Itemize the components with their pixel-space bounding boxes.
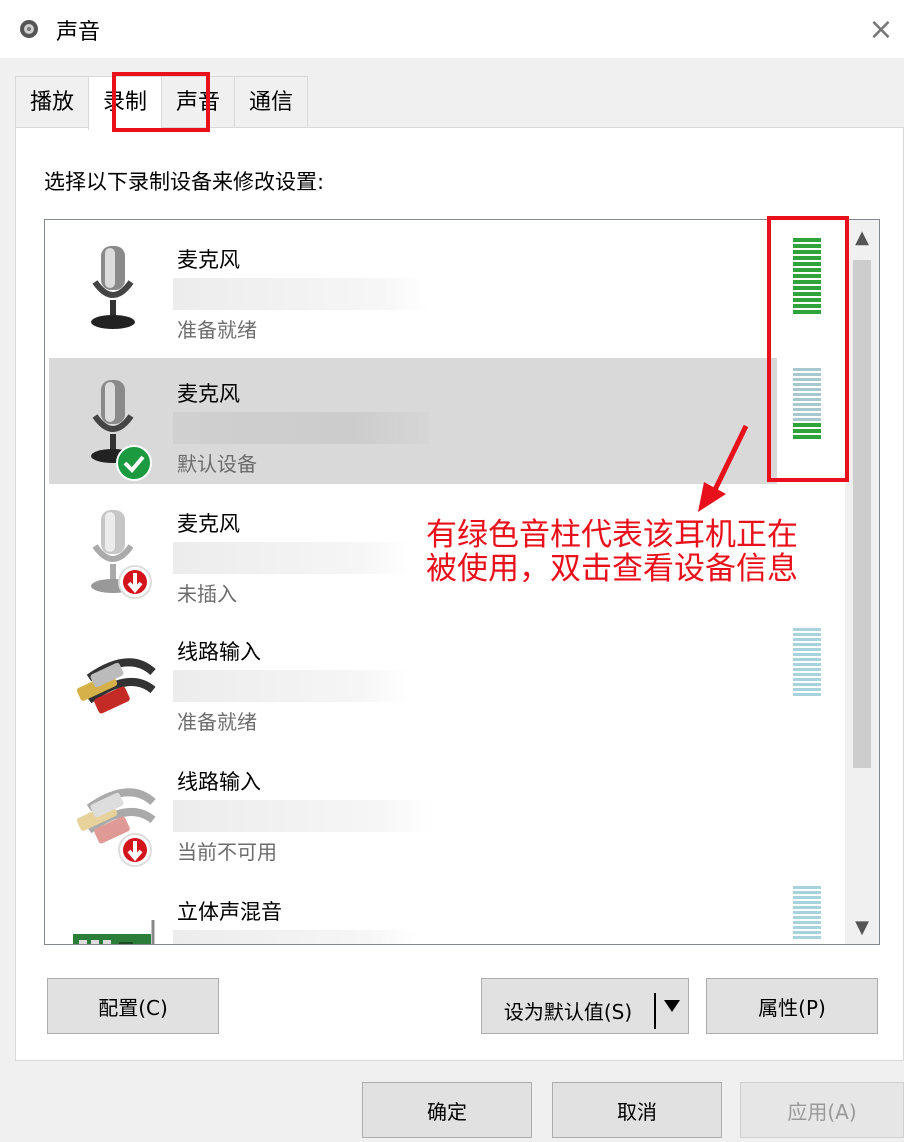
apply-button: 应用(A) <box>740 1082 904 1138</box>
tab-playback[interactable]: 播放 <box>15 76 90 128</box>
device-status: 准备就绪 <box>177 710 257 734</box>
device-status: 准备就绪 <box>177 318 257 342</box>
device-description-redacted <box>173 930 417 944</box>
tab-recording[interactable]: 录制 <box>88 76 163 130</box>
default-check-icon <box>116 445 152 481</box>
close-button[interactable]: × <box>858 0 904 58</box>
title-bar: 声音 × <box>0 0 904 58</box>
device-description-redacted <box>173 670 409 702</box>
configure-button[interactable]: 配置(C) <box>47 978 219 1034</box>
annotation-line-2: 被使用，双击查看设备信息 <box>426 551 798 587</box>
device-status: 未插入 <box>177 582 237 606</box>
level-meter <box>793 628 821 696</box>
speaker-icon <box>20 20 38 38</box>
device-status: 当前不可用 <box>177 840 277 864</box>
device-description-redacted <box>173 278 429 310</box>
annotation-text: 有绿色音柱代表该耳机正在 被使用，双击查看设备信息 <box>426 518 846 586</box>
properties-button[interactable]: 属性(P) <box>706 978 878 1034</box>
line-in-cable-icon <box>76 658 156 714</box>
window-title: 声音 <box>56 20 101 45</box>
device-description-redacted <box>173 412 429 444</box>
device-item[interactable]: 立体声混音 <box>49 876 777 944</box>
device-name: 麦克风 <box>177 248 240 272</box>
device-item[interactable]: 麦克风 准备就绪 <box>49 224 777 350</box>
cancel-button[interactable]: 取消 <box>552 1082 722 1138</box>
level-meter <box>793 368 821 439</box>
scroll-down-icon[interactable]: ▼ <box>845 910 879 944</box>
device-name: 线路输入 <box>177 640 261 664</box>
scroll-up-icon[interactable]: ▲ <box>845 220 879 254</box>
device-name: 立体声混音 <box>177 900 282 924</box>
dropdown-arrow-icon[interactable] <box>656 1000 688 1012</box>
tab-communications[interactable]: 通信 <box>234 76 309 128</box>
device-status: 默认设备 <box>177 452 257 476</box>
instruction-text: 选择以下录制设备来修改设置: <box>44 170 325 194</box>
tab-sounds[interactable]: 声音 <box>161 76 236 128</box>
unplugged-icon <box>118 565 152 599</box>
scrollbar-thumb[interactable] <box>853 260 871 768</box>
device-name: 线路输入 <box>177 770 261 794</box>
device-name: 麦克风 <box>177 382 240 406</box>
level-meter <box>793 886 821 939</box>
set-default-split-button[interactable]: 设为默认值(S) <box>481 978 689 1034</box>
tab-bar: 播放 录制 声音 通信 <box>15 76 309 130</box>
microphone-icon <box>91 246 135 329</box>
device-item-default[interactable]: 麦克风 默认设备 <box>49 358 777 484</box>
unplugged-icon <box>118 833 152 867</box>
device-name: 麦克风 <box>177 512 240 536</box>
device-description-redacted <box>173 800 433 832</box>
device-description-redacted <box>173 542 409 574</box>
sound-card-icon <box>73 920 155 944</box>
annotation-line-1: 有绿色音柱代表该耳机正在 <box>426 517 798 553</box>
annotation-arrow-icon <box>698 424 749 512</box>
set-default-button[interactable]: 设为默认值(S) <box>482 992 656 1029</box>
vertical-scrollbar[interactable]: ▲ ▼ <box>845 220 879 944</box>
device-item[interactable]: 线路输入 当前不可用 <box>49 746 777 872</box>
ok-button[interactable]: 确定 <box>362 1082 532 1138</box>
device-item[interactable]: 线路输入 准备就绪 <box>49 616 777 742</box>
level-meter <box>793 238 821 314</box>
